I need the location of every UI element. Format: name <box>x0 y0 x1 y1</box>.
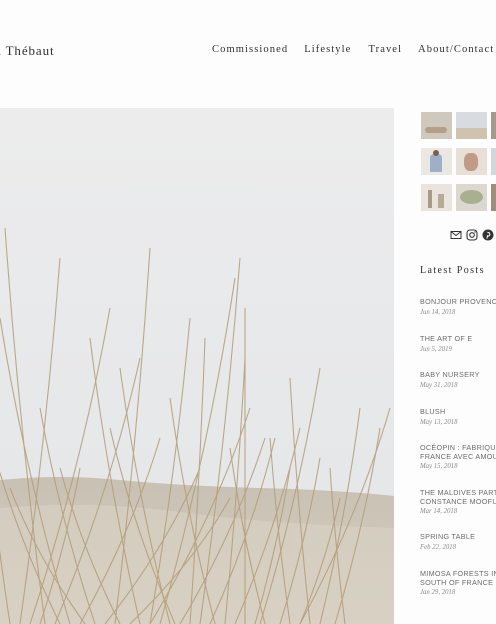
post-date: Jan 29, 2018 <box>420 589 456 597</box>
list-item[interactable]: THE ART OF E Jun 5, 2019 <box>420 334 496 354</box>
instagram-thumb[interactable] <box>491 112 496 139</box>
post-title[interactable]: THE MALDIVES PART II : CONSTANCE MOOFU <box>420 488 496 506</box>
instagram-thumb[interactable] <box>456 148 487 175</box>
list-item[interactable]: OCÉOPIN : FABRIQUÉ FRANCE AVEC AMOUR May… <box>420 443 496 471</box>
post-title[interactable]: THE ART OF E <box>420 334 496 344</box>
hero-image <box>0 108 394 624</box>
post-title[interactable]: MIMOSA FORESTS IN T SOUTH OF FRANCE <box>420 569 496 587</box>
post-title[interactable]: OCÉOPIN : FABRIQUÉ FRANCE AVEC AMOUR <box>420 443 496 461</box>
post-title[interactable]: SPRING TABLE <box>420 532 496 542</box>
nav-lifestyle[interactable]: Lifestyle <box>304 44 351 55</box>
post-title[interactable]: BABY NURSERY <box>420 370 496 380</box>
list-item[interactable]: BONJOUR PROVENCE Jun 14, 2018 <box>420 297 496 317</box>
post-date: May 13, 2018 <box>420 418 458 426</box>
nav-commissioned[interactable]: Commissioned <box>212 44 288 55</box>
instagram-thumb[interactable] <box>421 148 452 175</box>
instagram-thumb[interactable] <box>491 148 496 175</box>
post-date: Feb 22, 2018 <box>420 543 457 551</box>
post-title[interactable]: BLUSH <box>420 407 496 417</box>
mail-icon[interactable] <box>450 228 463 241</box>
nav-travel[interactable]: Travel <box>368 44 402 55</box>
list-item[interactable]: BLUSH May 13, 2018 <box>420 407 496 427</box>
site-title[interactable]: a Thébaut <box>0 43 54 59</box>
nav-about-contact[interactable]: About/Contact <box>418 44 494 55</box>
latest-posts-heading: Latest Posts <box>420 265 485 276</box>
list-item[interactable]: THE MALDIVES PART II : CONSTANCE MOOFU M… <box>420 488 496 516</box>
post-date: May 15, 2018 <box>420 463 458 471</box>
instagram-icon[interactable] <box>466 228 479 241</box>
post-date: May 31, 2018 <box>420 381 458 389</box>
instagram-thumb[interactable] <box>456 184 487 211</box>
instagram-thumb[interactable] <box>456 112 487 139</box>
list-item[interactable]: MIMOSA FORESTS IN T SOUTH OF FRANCE Jan … <box>420 569 496 597</box>
site-header: a Thébaut Commissioned Lifestyle Travel … <box>0 0 496 108</box>
post-date: Jun 5, 2019 <box>420 345 452 353</box>
post-title[interactable]: BONJOUR PROVENCE <box>420 297 496 307</box>
dune-grass-photo <box>0 108 394 624</box>
post-date: Mar 14, 2018 <box>420 508 458 516</box>
instagram-thumb[interactable] <box>491 184 496 211</box>
sidebar: Latest Posts BONJOUR PROVENCE Jun 14, 20… <box>394 108 496 624</box>
list-item[interactable]: SPRING TABLE Feb 22, 2018 <box>420 532 496 552</box>
instagram-thumb[interactable] <box>421 112 452 139</box>
pinterest-icon[interactable] <box>482 228 495 241</box>
list-item[interactable]: BABY NURSERY May 31, 2018 <box>420 370 496 390</box>
post-date: Jun 14, 2018 <box>420 308 456 316</box>
main-nav: Commissioned Lifestyle Travel About/Cont… <box>212 44 496 55</box>
instagram-thumb[interactable] <box>421 184 452 211</box>
